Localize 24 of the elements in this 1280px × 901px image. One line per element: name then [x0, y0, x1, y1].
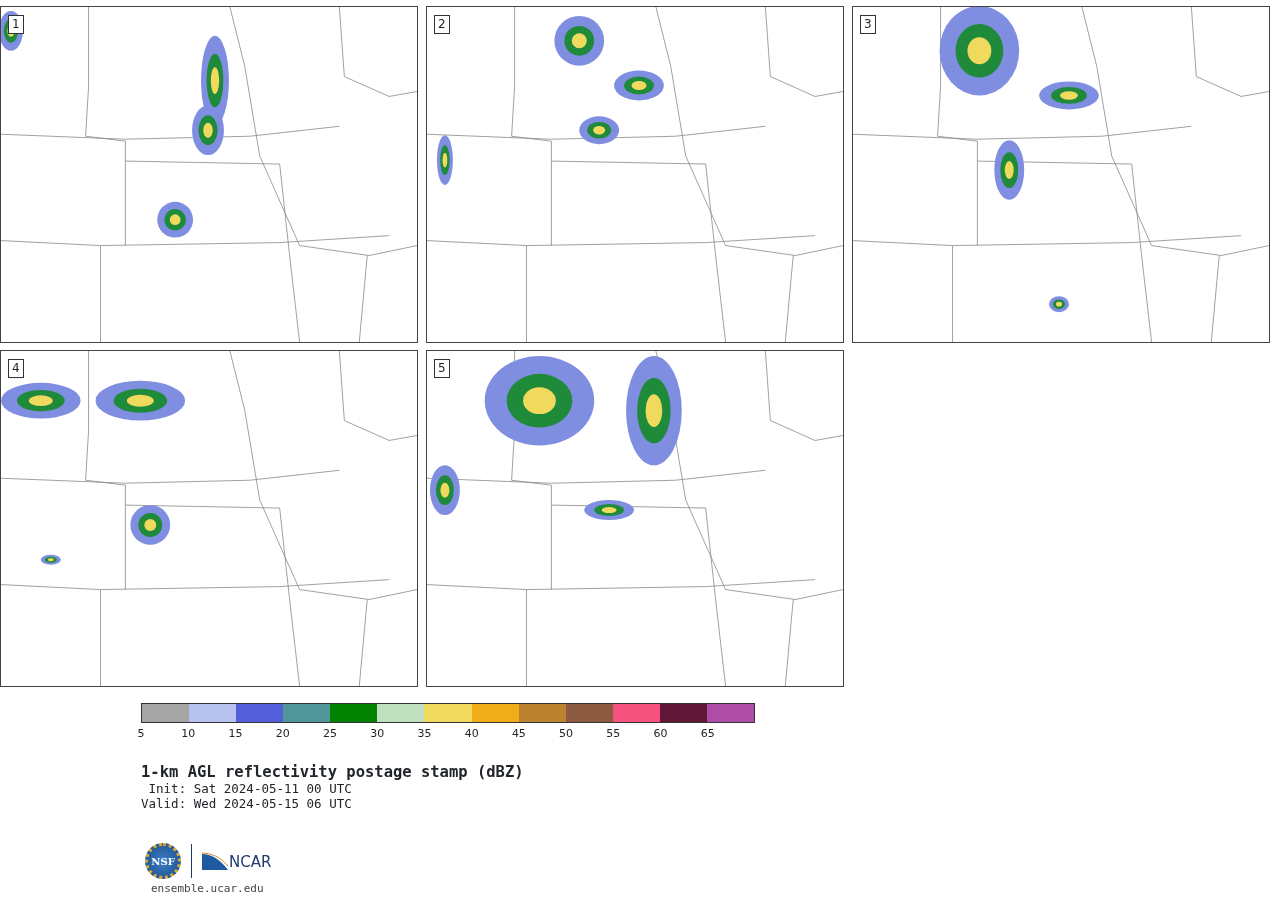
panel-number: 5 [434, 359, 450, 378]
ncar-logo: NCAR [202, 852, 272, 870]
panel-number: 4 [8, 359, 24, 378]
panel-number: 1 [8, 15, 24, 34]
tick-label: 35 [417, 726, 432, 742]
tick-label: 30 [370, 726, 385, 742]
tick-label: 10 [181, 726, 196, 742]
tick-label: 60 [653, 726, 668, 742]
tick-label: 15 [228, 726, 243, 742]
website-url: ensemble.ucar.edu [151, 881, 265, 897]
tick-label: 65 [700, 726, 715, 742]
tick-label: 5 [137, 726, 145, 742]
chart-title: 1-km AGL reflectivity postage stamp (dBZ) [141, 763, 525, 781]
init-time: Init: Sat 2024-05-11 00 UTC [147, 781, 353, 796]
tick-label: 25 [322, 726, 337, 742]
panel-number: 2 [434, 15, 450, 34]
valid-time: Valid: Wed 2024-05-15 06 UTC [141, 796, 353, 811]
panel-number: 3 [860, 15, 876, 34]
tick-label: 40 [464, 726, 479, 742]
tick-label: 20 [275, 726, 290, 742]
tick-label: 50 [559, 726, 574, 742]
nsf-logo: NSF [145, 843, 181, 879]
tick-label: 45 [511, 726, 526, 742]
tick-label: 55 [606, 726, 621, 742]
